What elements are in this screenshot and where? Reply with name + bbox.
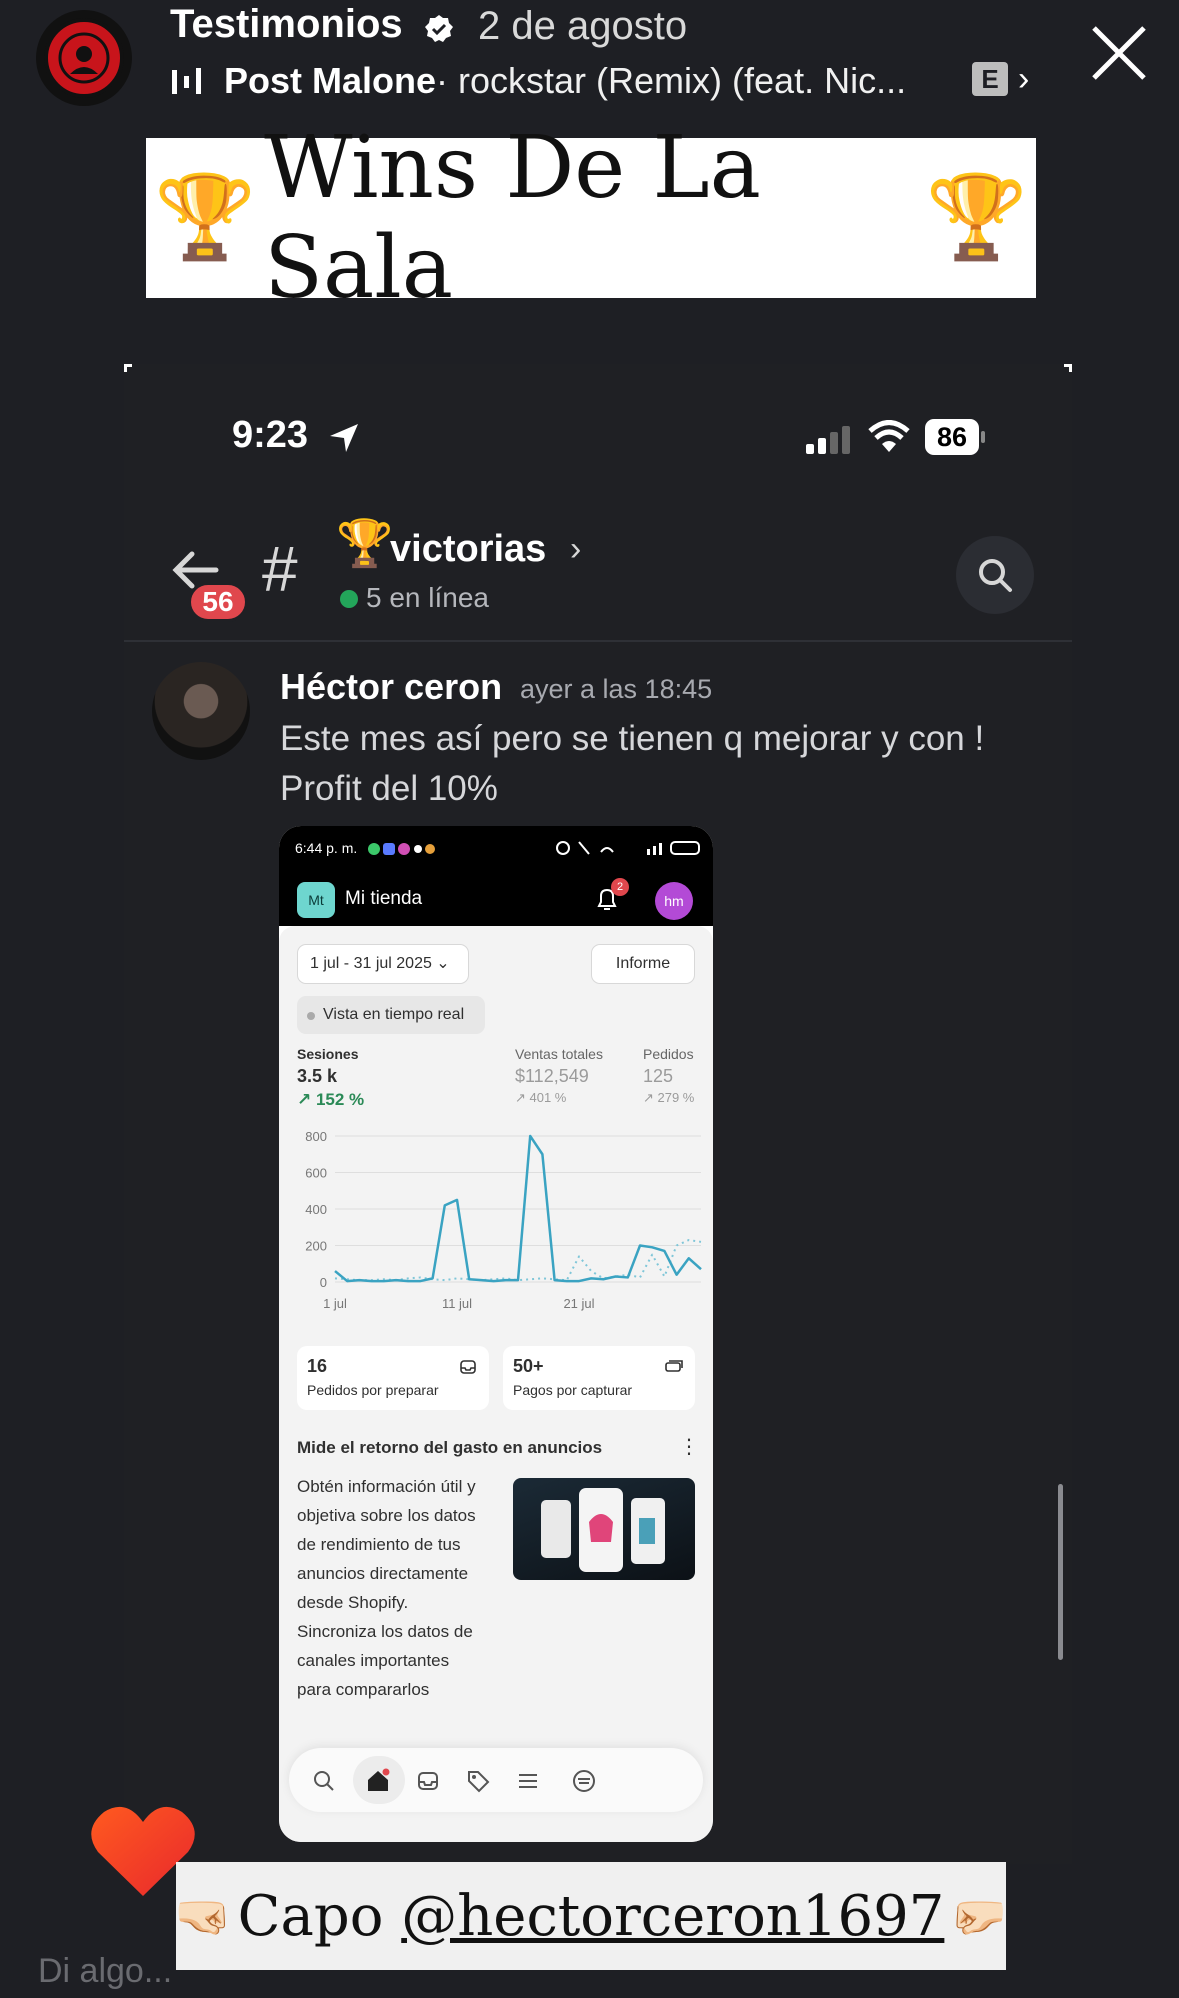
audio-bars-icon bbox=[172, 68, 201, 94]
account-logo-icon bbox=[44, 18, 124, 98]
mention-text: Capo bbox=[237, 1883, 402, 1949]
inbox-icon bbox=[418, 1772, 438, 1790]
more-options-icon: ⋮ bbox=[679, 1436, 699, 1458]
channel-hash-icon: # bbox=[262, 533, 298, 605]
close-icon[interactable] bbox=[1088, 22, 1150, 84]
realtime-view-button: Vista en tiempo real bbox=[297, 996, 485, 1034]
inbox-icon bbox=[460, 1360, 476, 1374]
reply-input[interactable]: Di algo... bbox=[38, 1952, 172, 1991]
wifi-icon bbox=[868, 420, 910, 452]
fist-bump-icon: 🤛🏻 bbox=[950, 1888, 1008, 1943]
report-button: Informe bbox=[591, 944, 695, 984]
unread-badge: 56 bbox=[188, 582, 248, 622]
channel-name[interactable]: victorias bbox=[390, 528, 546, 571]
ads-description: Obtén información útil y objetiva sobre … bbox=[297, 1477, 476, 1699]
home-icon bbox=[368, 1768, 390, 1791]
ads-preview-image bbox=[513, 1478, 695, 1580]
search-icon bbox=[314, 1771, 334, 1791]
y-tick-label: 0 bbox=[320, 1275, 327, 1290]
chevron-right-icon[interactable]: › bbox=[1018, 60, 1029, 99]
discord-screenshot: 9:23 86 56 # 🏆 victorias › 5 en línea Hé… bbox=[124, 364, 1072, 1864]
post-date: 2 de agosto bbox=[478, 4, 688, 48]
phone-status-icons bbox=[556, 841, 700, 855]
location-arrow-icon bbox=[330, 424, 358, 452]
message-timestamp: ayer a las 18:45 bbox=[520, 674, 713, 704]
stat-value: 125 bbox=[643, 1066, 674, 1086]
trophy-icon: 🏆 bbox=[154, 170, 257, 265]
mention-sticker[interactable]: 🤜🏻 Capo @hectorceron1697 🤛🏻 bbox=[174, 1862, 1008, 1970]
crop-corner bbox=[1064, 364, 1072, 372]
scrollbar[interactable] bbox=[1058, 1484, 1063, 1660]
mention-handle[interactable]: @hectorceron1697 bbox=[401, 1884, 944, 1949]
stat-change: ↗ 279 % bbox=[643, 1090, 695, 1105]
wins-banner: 🏆 Wins De La Sala 🏆 bbox=[146, 118, 1036, 318]
online-count: 5 en línea bbox=[366, 582, 489, 613]
attached-image[interactable]: 6:44 p. m. Mt Mi tienda 2 hm 1 jul - 31 … bbox=[279, 826, 713, 1842]
stat-value: $112,549 bbox=[515, 1066, 589, 1086]
online-status-dot bbox=[340, 590, 358, 608]
card-label: Pedidos por preparar bbox=[307, 1382, 439, 1398]
notification-badge: 2 bbox=[611, 878, 629, 896]
notification-app-icons bbox=[368, 843, 435, 855]
music-attribution[interactable]: Post Malone · rockstar (Remix) (feat. Ni… bbox=[170, 56, 906, 106]
trophy-icon: 🏆 bbox=[336, 517, 394, 569]
card-label: Pagos por capturar bbox=[513, 1382, 633, 1398]
orders-to-prepare-card: 16 Pedidos por preparar bbox=[297, 1346, 489, 1410]
status-time: 9:23 bbox=[232, 414, 309, 456]
payments-to-capture-card: 50+ Pagos por capturar bbox=[503, 1346, 695, 1410]
cellular-signal-icon bbox=[806, 426, 850, 454]
stat-value: 3.5 k bbox=[297, 1066, 338, 1086]
phone-status-time: 6:44 p. m. bbox=[295, 840, 358, 856]
search-icon bbox=[979, 559, 1012, 592]
store-front-icon bbox=[573, 1770, 595, 1792]
message-author[interactable]: Héctor ceron bbox=[280, 666, 502, 708]
message-text: Este mes así pero se tienen q mejorar y … bbox=[280, 719, 985, 808]
card-value: 16 bbox=[307, 1356, 328, 1376]
cash-icon bbox=[665, 1360, 683, 1372]
music-artist: Post Malone bbox=[224, 60, 437, 101]
stat-label: Ventas totales bbox=[515, 1046, 603, 1062]
y-tick-label: 400 bbox=[305, 1202, 327, 1217]
verified-icon bbox=[425, 15, 453, 42]
crop-corner bbox=[124, 364, 132, 372]
realtime-dot bbox=[307, 1012, 315, 1020]
explicit-badge: E bbox=[972, 62, 1008, 96]
chevron-right-icon[interactable]: › bbox=[570, 530, 581, 569]
user-avatar[interactable] bbox=[152, 662, 250, 760]
tag-icon bbox=[468, 1771, 490, 1793]
x-tick-label: 11 jul bbox=[442, 1296, 472, 1311]
store-icon: Mt bbox=[297, 882, 335, 918]
banner-title: Wins De La Sala bbox=[264, 118, 761, 318]
stat-label: Sesiones bbox=[297, 1046, 359, 1062]
account-name[interactable]: Testimonios bbox=[170, 2, 403, 47]
stat-change: ↗ 401 % bbox=[515, 1090, 567, 1105]
music-song: · rockstar (Remix) (feat. Nic... bbox=[436, 60, 907, 101]
account-avatar[interactable] bbox=[36, 10, 132, 106]
x-tick-label: 21 jul bbox=[563, 1296, 594, 1311]
card-value: 50+ bbox=[513, 1356, 544, 1376]
y-tick-label: 200 bbox=[305, 1239, 327, 1254]
header-divider bbox=[124, 640, 1072, 642]
bottom-nav-bar bbox=[289, 1748, 703, 1812]
battery-level: 86 bbox=[936, 422, 968, 452]
store-name: Mi tienda bbox=[345, 888, 423, 909]
user-avatar: hm bbox=[655, 882, 693, 920]
stat-label: Pedidos bbox=[643, 1046, 694, 1062]
x-tick-label: 1 jul bbox=[323, 1296, 347, 1311]
stat-change: ↗ 152 % bbox=[297, 1090, 365, 1109]
trophy-icon: 🏆 bbox=[925, 170, 1028, 265]
ads-section-title: Mide el retorno del gasto en anuncios bbox=[297, 1438, 603, 1457]
y-tick-label: 800 bbox=[305, 1129, 327, 1144]
fist-bump-icon: 🤜🏻 bbox=[174, 1888, 232, 1943]
search-button[interactable] bbox=[956, 536, 1034, 614]
date-range-button: 1 jul - 31 jul 2025 ⌄ bbox=[297, 944, 469, 984]
sessions-chart: 0 200 400 600 800 1 jul 11 jul 21 jul bbox=[305, 1129, 702, 1311]
menu-icon bbox=[519, 1774, 537, 1788]
y-tick-label: 600 bbox=[305, 1166, 327, 1181]
